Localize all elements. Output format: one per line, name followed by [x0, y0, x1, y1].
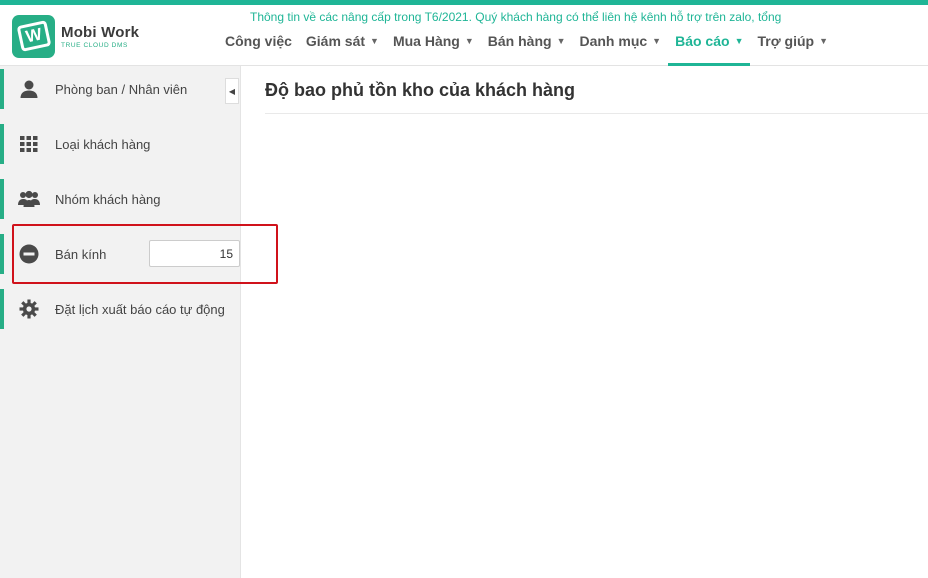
title-divider: [265, 113, 928, 114]
caret-down-icon: ▼: [734, 36, 744, 46]
grid-icon: [18, 133, 40, 155]
accent-bar: [0, 234, 4, 274]
sidebar-item-label: Đặt lịch xuất báo cáo tự động: [55, 301, 225, 317]
logo[interactable]: W Mobi Work TRUE CLOUD DMS: [12, 13, 162, 59]
accent-bar: [0, 124, 4, 164]
nav-label: Báo cáo: [675, 33, 730, 49]
users-icon: [18, 188, 40, 210]
nav-label: Danh mục: [579, 33, 648, 49]
highlight-box: [12, 224, 278, 284]
caret-down-icon: ▼: [652, 36, 662, 46]
sidebar: Phòng ban / Nhân viên ◀ Loại khách hàng …: [0, 66, 241, 578]
logo-icon: W: [12, 14, 55, 58]
nav-tro-giup[interactable]: Trợ giúp ▼: [750, 27, 835, 55]
announcement-notice[interactable]: Thông tin về các nâng cấp trong T6/2021.…: [250, 10, 781, 24]
caret-down-icon: ▼: [370, 36, 379, 46]
sidebar-item-schedule-report[interactable]: Đặt lịch xuất báo cáo tự động: [0, 289, 241, 329]
brand-tagline: TRUE CLOUD DMS: [61, 41, 128, 49]
nav-label: Trợ giúp: [757, 33, 815, 49]
sidebar-item-customer-group[interactable]: Nhóm khách hàng: [0, 179, 241, 219]
page-title: Độ bao phủ tồn kho của khách hàng: [265, 80, 576, 100]
sidebar-item-label: Nhóm khách hàng: [55, 191, 161, 207]
collapse-sidebar-button[interactable]: ◀: [225, 78, 239, 104]
caret-down-icon: ▼: [556, 36, 566, 46]
nav-mua-hang[interactable]: Mua Hàng ▼: [386, 27, 481, 55]
nav-giam-sat[interactable]: Giám sát ▼: [299, 27, 386, 55]
header: W Mobi Work TRUE CLOUD DMS Thông tin về …: [0, 5, 928, 66]
nav-label: Bán hàng: [487, 33, 552, 49]
accent-bar: [0, 69, 4, 109]
brand-name: Mobi Work: [61, 23, 140, 41]
user-icon: [18, 78, 40, 100]
nav-label: Mua Hàng: [392, 33, 460, 49]
nav-cong-viec[interactable]: Công việc: [218, 27, 299, 55]
gear-icon: [18, 298, 40, 320]
chevron-left-icon: ◀: [228, 86, 236, 96]
sidebar-item-customer-type[interactable]: Loại khách hàng: [0, 124, 241, 164]
sidebar-item-label: Loại khách hàng: [55, 136, 151, 152]
caret-down-icon: ▼: [464, 36, 474, 46]
main-nav: Công việc Giám sát ▼ Mua Hàng ▼ Bán hàng…: [218, 27, 835, 66]
nav-label: Giám sát: [305, 33, 366, 49]
caret-down-icon: ▼: [819, 36, 829, 46]
nav-danh-muc[interactable]: Danh mục ▼: [572, 27, 668, 55]
accent-bar: [0, 179, 4, 219]
nav-label: Công việc: [225, 33, 292, 49]
sidebar-item-label: Phòng ban / Nhân viên: [55, 81, 188, 97]
accent-bar: [0, 289, 4, 329]
nav-ban-hang[interactable]: Bán hàng ▼: [481, 27, 573, 55]
sidebar-item-department-staff[interactable]: Phòng ban / Nhân viên: [0, 69, 241, 109]
logo-letter: W: [16, 20, 51, 52]
nav-bao-cao[interactable]: Báo cáo ▼: [668, 27, 751, 66]
